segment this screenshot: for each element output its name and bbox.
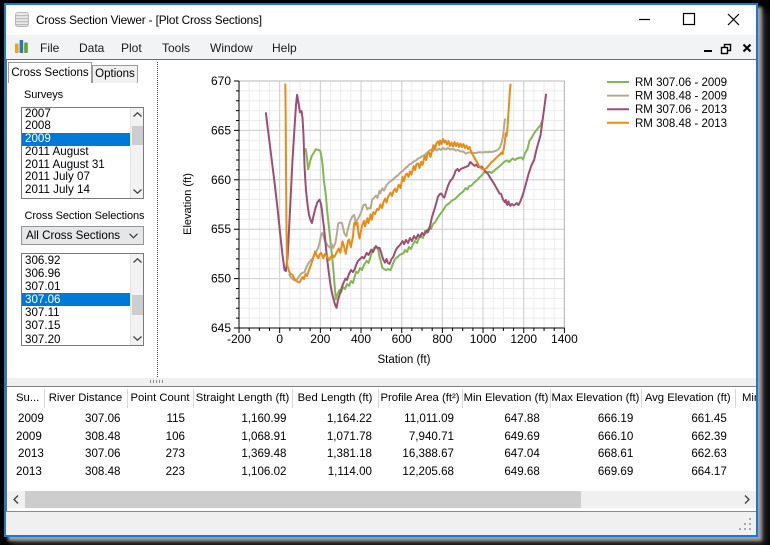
svg-text:RM 307.06 - 2009: RM 307.06 - 2009 xyxy=(635,77,727,89)
svg-text:200: 200 xyxy=(310,332,330,346)
svg-text:1400: 1400 xyxy=(551,332,578,346)
svg-text:655: 655 xyxy=(211,222,231,236)
svg-text:Elevation (ft): Elevation (ft) xyxy=(182,173,194,235)
svg-text:670: 670 xyxy=(211,74,231,88)
svg-text:0: 0 xyxy=(276,332,283,346)
svg-text:650: 650 xyxy=(211,272,231,286)
svg-text:1200: 1200 xyxy=(510,332,537,346)
svg-text:1000: 1000 xyxy=(470,332,497,346)
svg-text:Station (ft): Station (ft) xyxy=(377,354,430,366)
svg-text:RM 307.06 - 2013: RM 307.06 - 2013 xyxy=(635,104,727,116)
svg-text:RM 308.48 - 2013: RM 308.48 - 2013 xyxy=(635,118,727,130)
svg-text:660: 660 xyxy=(211,173,231,187)
svg-text:-200: -200 xyxy=(227,332,251,346)
svg-text:665: 665 xyxy=(211,123,231,137)
svg-text:800: 800 xyxy=(432,332,452,346)
svg-text:RM 308.48 - 2009: RM 308.48 - 2009 xyxy=(635,91,727,103)
svg-text:600: 600 xyxy=(392,332,412,346)
svg-text:400: 400 xyxy=(351,332,371,346)
